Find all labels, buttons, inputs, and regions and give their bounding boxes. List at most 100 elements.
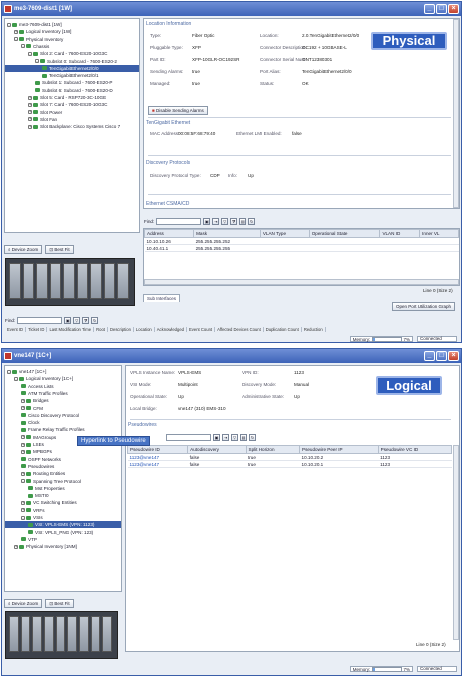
tree-node[interactable]: VSI: VPLS_PNG (VPN: 123): [5, 529, 121, 536]
chassis-card[interactable]: [117, 263, 129, 299]
tree-node[interactable]: + Slot Fan: [5, 116, 139, 123]
column-header[interactable]: Pseudowire ID: [126, 445, 189, 454]
tree-node[interactable]: MSTI0: [5, 492, 121, 499]
expand-toggle-icon[interactable]: -: [21, 44, 25, 49]
tree-node[interactable]: - VSIs: [5, 514, 121, 521]
expand-toggle-icon[interactable]: -: [21, 515, 25, 520]
tree-node[interactable]: + Physical Inventory [1NM]: [5, 543, 121, 550]
column-header[interactable]: Pseudowire VC ID: [377, 445, 453, 454]
tree-node[interactable]: - Slot 2: Card - 7600-ES20-10G3C: [5, 50, 139, 57]
pw-find-input[interactable]: [166, 433, 211, 441]
chassis-card[interactable]: [90, 616, 101, 652]
chassis-card[interactable]: [44, 616, 54, 652]
tree-node[interactable]: - Spanning Tree Protocol: [5, 478, 121, 485]
tree-node[interactable]: - Chassis: [5, 43, 139, 50]
tree-node[interactable]: ATM Traffic Profiles: [5, 390, 121, 397]
column-header[interactable]: Inner VL: [419, 229, 459, 238]
close-button[interactable]: ×: [448, 4, 459, 14]
expand-toggle-icon[interactable]: +: [28, 95, 32, 100]
chassis-card[interactable]: [49, 263, 62, 299]
expand-toggle-icon[interactable]: +: [21, 435, 25, 440]
table-row[interactable]: 10.10.10.26 255.255.255.252: [144, 237, 459, 245]
table-row[interactable]: 10.40.41.1 255.255.255.255: [144, 244, 459, 252]
expand-toggle-icon[interactable]: -: [14, 376, 18, 381]
chassis-card[interactable]: [22, 263, 35, 299]
expand-toggle-icon[interactable]: +: [21, 398, 25, 403]
inventory-tree[interactable]: - me3-7609-dist1 [1W] + Logical Inventory […: [4, 18, 140, 233]
events-save-icon[interactable]: ▣: [64, 316, 72, 324]
column-header[interactable]: Address: [144, 229, 195, 238]
expand-toggle-icon[interactable]: +: [21, 449, 25, 454]
table-row[interactable]: 1123@vne147 false true 10.10.20.1 1123: [127, 460, 452, 468]
tree-node[interactable]: + Slot Power: [5, 109, 139, 116]
refresh-icon[interactable]: ↻: [248, 217, 256, 225]
expand-toggle-icon[interactable]: +: [28, 124, 32, 129]
expand-toggle-icon[interactable]: +: [28, 102, 32, 107]
export-icon[interactable]: ⇥: [212, 217, 220, 225]
maximize-button[interactable]: □: [436, 351, 447, 361]
table-cell[interactable]: 1123@vne147: [127, 460, 188, 468]
expand-toggle-icon[interactable]: -: [28, 51, 32, 56]
events-filter-icon[interactable]: ▽: [73, 316, 81, 324]
properties-scrollbar[interactable]: [453, 19, 459, 208]
table-row[interactable]: 1123@vne147 false true 10.10.20.2 1123: [127, 453, 452, 461]
expand-toggle-icon[interactable]: -: [7, 22, 11, 27]
column-header[interactable]: VLAN ID: [379, 229, 421, 238]
columns-icon[interactable]: ▤: [240, 433, 247, 441]
best-fit-button[interactable]: ⊡ Best Fit: [45, 245, 74, 254]
inventory-tree[interactable]: - vne147 [1C+] - Logical Inventory [1C+] Acc…: [4, 365, 122, 592]
columns-icon[interactable]: ▤: [239, 217, 247, 225]
refresh-icon[interactable]: ↻: [249, 433, 256, 441]
tree-node[interactable]: + Logical Inventory [1W]: [5, 28, 139, 35]
chassis-card[interactable]: [76, 263, 89, 299]
expand-toggle-icon[interactable]: +: [21, 442, 25, 447]
tree-node[interactable]: Subslot 6: Subcard - 7600-ES20-D: [5, 87, 139, 94]
events-find-input[interactable]: [17, 316, 63, 324]
column-header[interactable]: Split Horizon: [245, 445, 301, 454]
expand-toggle-icon[interactable]: +: [28, 117, 32, 122]
table-h-scrollbar[interactable]: [144, 279, 459, 285]
tree-node[interactable]: - Subslot 0: Subcard - 7600-ES20-2: [5, 58, 139, 65]
chassis-card[interactable]: [36, 263, 48, 299]
tree-node[interactable]: VSI: VPLS-EMS (VPN: 1123): [5, 521, 121, 529]
expand-toggle-icon[interactable]: -: [21, 479, 25, 483]
tree-node[interactable]: TenGigabitEthernet2/0/1: [5, 72, 139, 79]
tree-node[interactable]: - me3-7609-dist1 [1W]: [5, 21, 139, 28]
expand-toggle-icon[interactable]: -: [35, 59, 39, 63]
expand-toggle-icon[interactable]: +: [14, 29, 18, 34]
expand-toggle-icon[interactable]: +: [21, 508, 25, 513]
chassis-card[interactable]: [79, 616, 89, 652]
window-title-bar[interactable]: vne147 [1C+] _ □ ×: [2, 349, 461, 363]
expand-toggle-icon[interactable]: +: [14, 544, 18, 549]
event-column-header[interactable]: Affected Devices Count: [215, 327, 264, 332]
save-icon[interactable]: ▣: [203, 217, 211, 225]
tree-node[interactable]: - Logical Inventory [1C+]: [5, 375, 121, 382]
window-title-bar[interactable]: me3-7609-dist1 [1W] _ □ ×: [2, 2, 461, 16]
tree-node[interactable]: + Bridges: [5, 397, 121, 404]
chassis-card[interactable]: [63, 263, 75, 299]
filter-icon[interactable]: ▽: [221, 217, 229, 225]
column-header[interactable]: Mask: [193, 229, 261, 238]
expand-toggle-icon[interactable]: +: [21, 406, 25, 410]
tree-node[interactable]: Pseudowires: [5, 463, 121, 470]
minimize-button[interactable]: _: [424, 4, 435, 14]
chassis-card[interactable]: [32, 616, 42, 652]
event-column-header[interactable]: Reduction: [302, 327, 326, 332]
save-icon[interactable]: ▣: [213, 433, 220, 441]
device-zoom-button[interactable]: ⌕ Device Zoom: [4, 245, 43, 254]
expand-toggle-icon[interactable]: +: [21, 471, 25, 476]
expand-toggle-icon[interactable]: +: [28, 110, 32, 115]
event-column-header[interactable]: Acknowledged: [155, 327, 188, 332]
event-column-header[interactable]: Ticket ID: [26, 327, 48, 332]
expand-toggle-icon[interactable]: -: [14, 37, 18, 42]
minimize-button[interactable]: _: [424, 351, 435, 361]
chassis-card[interactable]: [102, 616, 112, 652]
tree-node[interactable]: Clock: [5, 419, 121, 426]
tree-node[interactable]: VTP: [5, 536, 121, 543]
event-column-header[interactable]: Last Modification Time: [47, 327, 95, 332]
chassis-card[interactable]: [90, 263, 102, 299]
disable-sending-alarms-button[interactable]: ■ Disable Sending Alarms: [148, 106, 208, 115]
event-column-header[interactable]: Event Count: [187, 327, 216, 332]
tree-node[interactable]: OSPF Networks: [5, 456, 121, 463]
expand-toggle-icon[interactable]: +: [21, 500, 25, 505]
